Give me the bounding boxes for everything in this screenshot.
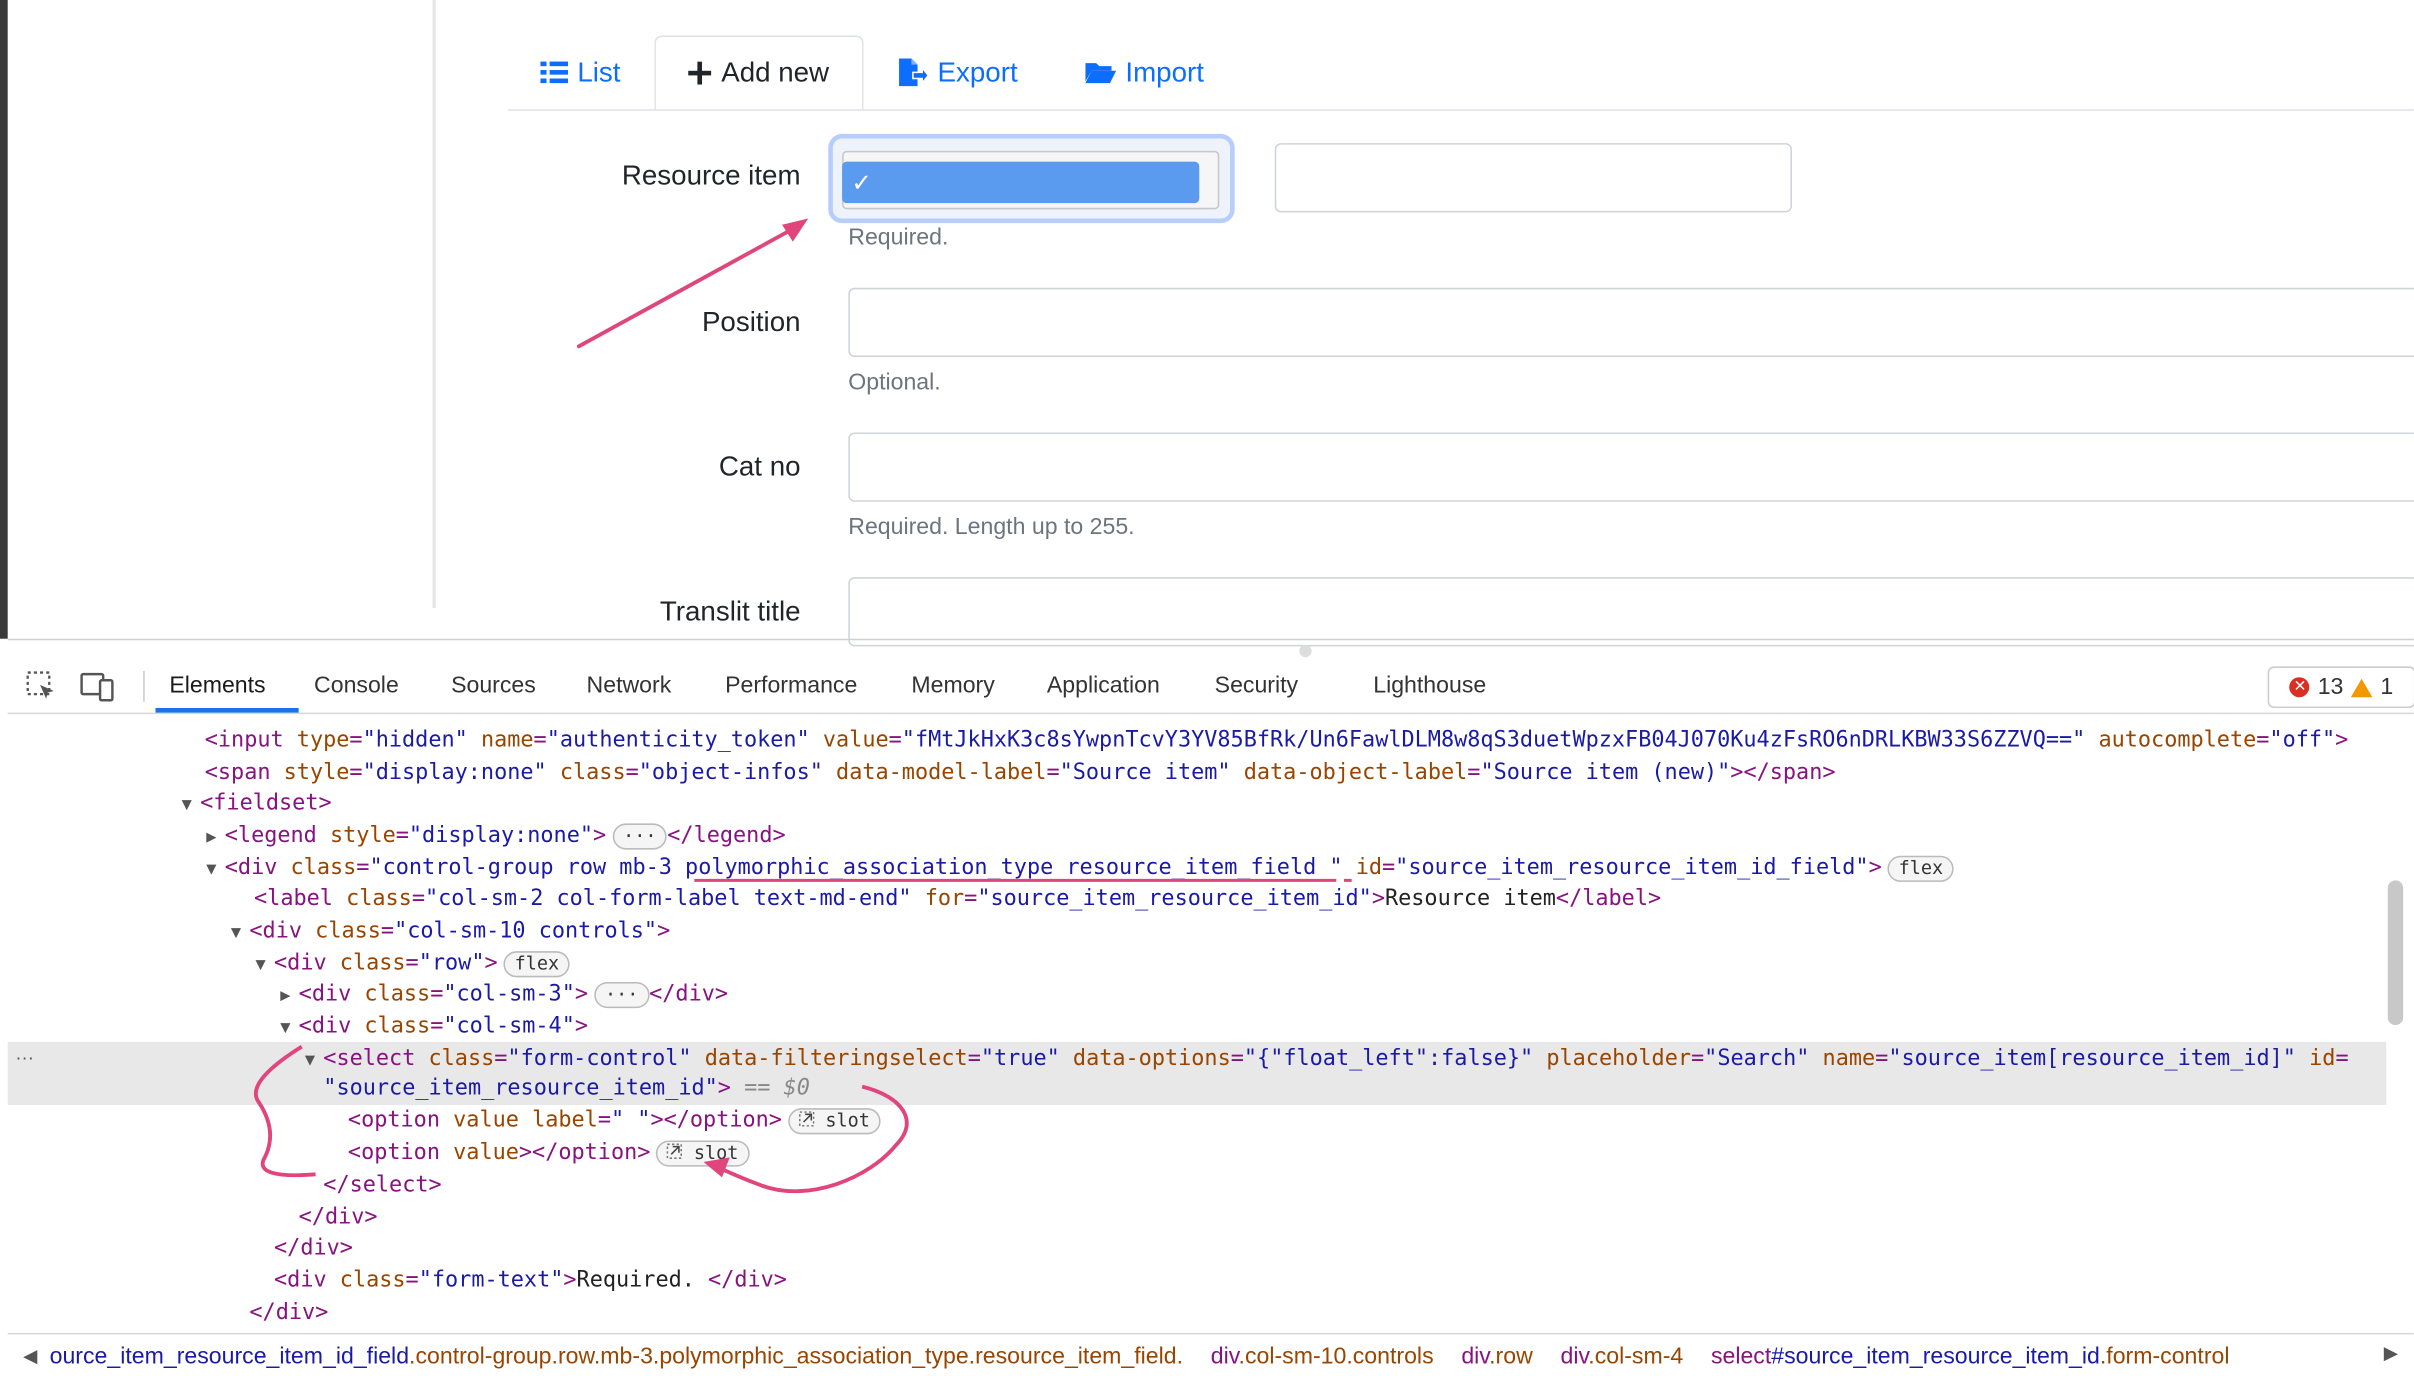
annotation-arrow [576,222,803,349]
annotation-overlay [254,218,1352,1194]
screen: List Add new Export Import Resource item… [0,0,2414,1376]
annotation-arrowhead [782,218,809,242]
annotation-bracket [254,1044,316,1178]
annotation-loop-arrowhead [703,1157,730,1178]
annotation-loop [712,1084,909,1194]
